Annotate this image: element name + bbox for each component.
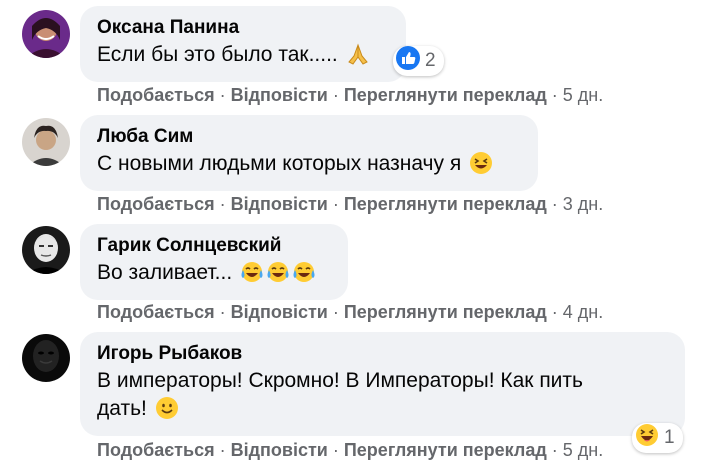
like-link[interactable]: Подобається (97, 194, 215, 214)
reply-link[interactable]: Відповісти (231, 85, 328, 105)
author-name[interactable]: Гарик Солнцевский (97, 234, 330, 258)
comment-actions: Подобається · Відповісти · Переглянути перек… (97, 193, 603, 215)
timestamp[interactable]: 5 дн. (563, 85, 603, 105)
separator: · (551, 194, 558, 214)
comment-text: С новыми людьми которых назначу я (97, 150, 520, 183)
reply-link[interactable]: Відповісти (231, 194, 328, 214)
separator: · (332, 302, 339, 322)
reaction-count: 2 (425, 50, 436, 71)
comment-text-line: В императоры! Скромно! В Императоры! Как… (97, 369, 583, 392)
author-name[interactable]: Оксана Панина (97, 16, 388, 40)
separator: · (219, 440, 226, 460)
separator: · (332, 194, 339, 214)
comment-bubble: Оксана Панина Если бы это было так..... (80, 6, 406, 82)
separator: · (219, 85, 226, 105)
avatar[interactable] (22, 334, 70, 382)
timestamp[interactable]: 4 дн. (563, 302, 603, 322)
comment-actions: Подобається · Відповісти · Переглянути перек… (97, 439, 603, 461)
comment-text-content: Во заливает... (97, 261, 233, 284)
timestamp[interactable]: 3 дн. (563, 194, 603, 214)
comment-actions: Подобається · Відповісти · Переглянути перек… (97, 301, 603, 323)
laughing-face-icon (469, 151, 493, 183)
comment-text: Во заливает... (97, 259, 330, 292)
comment-text: Если бы это было так..... (97, 41, 388, 74)
like-link[interactable]: Подобається (97, 302, 215, 322)
avatar[interactable] (22, 118, 70, 166)
avatar[interactable] (22, 10, 70, 58)
separator: · (332, 85, 339, 105)
avatar[interactable] (22, 226, 70, 274)
separator: · (551, 440, 558, 460)
like-link[interactable]: Подобається (97, 440, 215, 460)
reply-link[interactable]: Відповісти (231, 440, 328, 460)
reaction-count: 1 (664, 427, 675, 448)
separator: · (551, 85, 558, 105)
haha-reaction-icon (635, 423, 659, 453)
comment-text-content: С новыми людьми которых назначу я (97, 152, 462, 175)
reply-link[interactable]: Відповісти (231, 302, 328, 322)
comment-bubble: Игорь Рыбаков В императоры! Скромно! В И… (80, 332, 685, 436)
translate-link[interactable]: Переглянути переклад (344, 85, 547, 105)
timestamp[interactable]: 5 дн. (563, 440, 603, 460)
tears-of-joy-icon (266, 260, 290, 292)
separator: · (219, 194, 226, 214)
smiling-face-icon (155, 396, 179, 428)
author-name[interactable]: Игорь Рыбаков (97, 342, 667, 366)
like-reaction-icon (396, 46, 420, 76)
separator: · (219, 302, 226, 322)
translate-link[interactable]: Переглянути переклад (344, 194, 547, 214)
reaction-badge[interactable]: 2 (393, 46, 444, 76)
comment-text-content: Если бы это было так..... (97, 43, 338, 66)
tears-of-joy-icon (240, 260, 264, 292)
comment-text-line: дать! (97, 397, 147, 420)
tears-of-joy-icon (292, 260, 316, 292)
folded-hands-icon (346, 42, 370, 74)
comment-text: В императоры! Скромно! В Императоры! Как… (97, 367, 667, 428)
comment-bubble: Люба Сим С новыми людьми которых назначу… (80, 115, 538, 191)
comment-text-line-wrap: дать! (97, 395, 667, 428)
translate-link[interactable]: Переглянути переклад (344, 302, 547, 322)
like-link[interactable]: Подобається (97, 85, 215, 105)
comment-bubble: Гарик Солнцевский Во заливает... (80, 224, 348, 300)
separator: · (551, 302, 558, 322)
reaction-badge[interactable]: 1 (632, 423, 683, 453)
separator: · (332, 440, 339, 460)
author-name[interactable]: Люба Сим (97, 125, 520, 149)
translate-link[interactable]: Переглянути переклад (344, 440, 547, 460)
comment-actions: Подобається · Відповісти · Переглянути перек… (97, 84, 603, 106)
